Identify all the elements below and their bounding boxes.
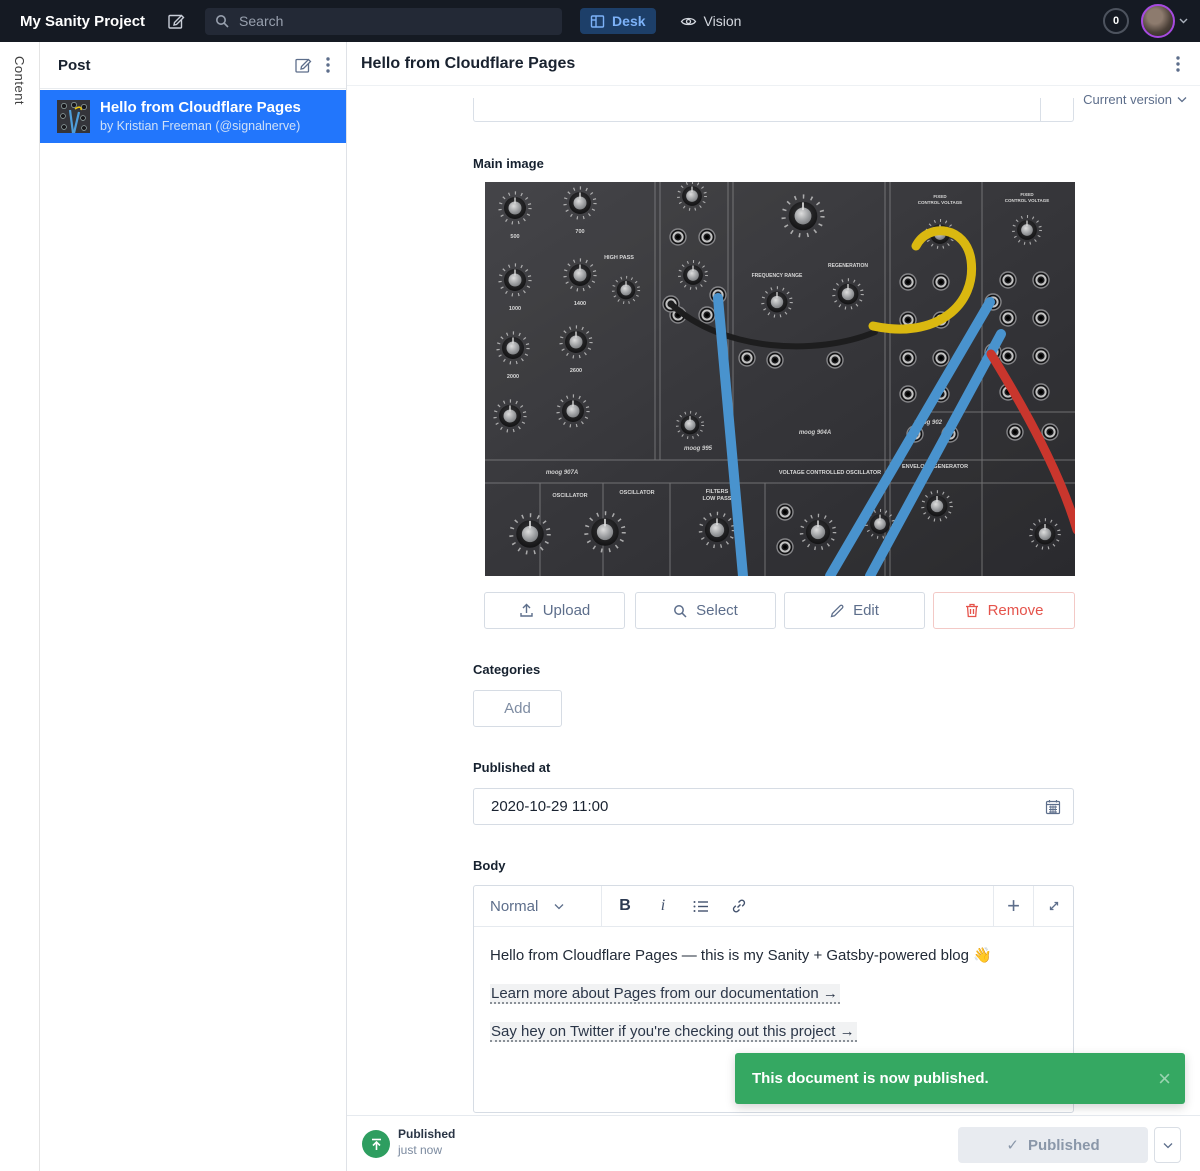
body-link-documentation[interactable]: Learn more about Pages from our document… <box>490 984 840 1004</box>
fullscreen-button[interactable] <box>1033 886 1073 926</box>
chevron-down-icon <box>1177 96 1187 103</box>
upload-button[interactable]: Upload <box>484 592 625 629</box>
close-icon[interactable]: × <box>1158 1068 1171 1090</box>
edit-button[interactable]: Edit <box>784 592 925 629</box>
list-item-title: Hello from Cloudflare Pages <box>100 99 301 116</box>
body-label: Body <box>473 858 506 873</box>
top-navbar: My Sanity Project <box>0 0 1200 42</box>
navbar-right: 0 <box>1103 4 1200 38</box>
bold-icon: B <box>619 897 631 915</box>
main-image-label: Main image <box>473 156 544 171</box>
chevron-down-icon <box>554 903 588 910</box>
search-icon <box>215 14 229 28</box>
list-pane-header: Post <box>40 42 346 89</box>
list-pane-title: Post <box>58 57 91 74</box>
add-label: Add <box>504 700 531 717</box>
document-footer: Published just now ✓ Published <box>347 1115 1200 1171</box>
link-button[interactable] <box>720 886 758 926</box>
tab-vision-label: Vision <box>704 13 742 29</box>
slug-field-partial[interactable] <box>473 98 1074 122</box>
version-label: Current version <box>1083 92 1172 107</box>
insert-block-button[interactable]: + <box>993 886 1033 926</box>
tab-desk[interactable]: Desk <box>580 8 655 34</box>
list-item-post[interactable]: Hello from Cloudflare Pages by Kristian … <box>40 90 346 143</box>
bullet-list-icon <box>693 900 709 913</box>
upload-icon <box>519 603 534 618</box>
synthesizer-photo: 500700 10001400 20002600 HIGH PASS FREQU… <box>485 182 1075 576</box>
select-label: Select <box>696 602 738 619</box>
project-title: My Sanity Project <box>20 13 145 30</box>
categories-label: Categories <box>473 662 540 677</box>
compose-icon[interactable] <box>294 56 312 74</box>
trash-icon <box>965 603 979 618</box>
field-divider <box>1040 98 1041 121</box>
style-selector[interactable]: Normal <box>474 886 602 926</box>
document-list-pane: Post <box>40 42 347 1171</box>
publish-time-text: just now <box>398 1143 442 1157</box>
plus-icon: + <box>1007 893 1020 919</box>
body-link-twitter[interactable]: Say hey on Twitter if you're checking ou… <box>490 1022 857 1042</box>
search-input[interactable] <box>237 12 552 30</box>
chevron-down-icon[interactable] <box>1179 18 1188 24</box>
toast-message: This document is now published. <box>752 1070 989 1087</box>
select-button[interactable]: Select <box>635 592 776 629</box>
new-document-button[interactable] <box>167 12 185 30</box>
document-title: Hello from Cloudflare Pages <box>361 55 575 73</box>
search-bar[interactable] <box>205 8 562 35</box>
publish-status-text: Published <box>398 1127 455 1141</box>
tab-vision[interactable]: Vision <box>670 8 752 34</box>
chevron-down-icon <box>1163 1142 1173 1149</box>
published-at-label: Published at <box>473 760 550 775</box>
kebab-icon[interactable] <box>1176 56 1180 72</box>
version-selector[interactable]: Current version <box>1083 92 1187 107</box>
publish-menu-button[interactable] <box>1154 1127 1181 1163</box>
editor-toolbar: Normal B i <box>474 886 1073 927</box>
bold-button[interactable]: B <box>606 886 644 926</box>
published-at-input[interactable] <box>489 797 1045 816</box>
remove-button[interactable]: Remove <box>933 592 1075 629</box>
body-paragraph: Learn more about Pages from our document… <box>490 985 1057 1004</box>
italic-button[interactable]: i <box>644 886 682 926</box>
eye-icon <box>680 14 697 29</box>
content-strip-label: Content <box>12 56 27 105</box>
remove-label: Remove <box>988 602 1044 619</box>
search-icon <box>673 604 687 618</box>
document-header: Hello from Cloudflare Pages <box>347 42 1200 86</box>
publish-button[interactable]: ✓ Published <box>958 1127 1148 1163</box>
kebab-icon[interactable] <box>326 57 330 73</box>
calendar-icon[interactable] <box>1045 799 1061 815</box>
body-paragraph: Say hey on Twitter if you're checking ou… <box>490 1023 1057 1042</box>
published-at-field <box>473 788 1074 825</box>
pencil-icon <box>830 604 844 618</box>
main-image-preview[interactable]: 500700 10001400 20002600 HIGH PASS FREQU… <box>485 182 1075 576</box>
desk-icon <box>590 14 605 29</box>
check-icon: ✓ <box>1006 1136 1019 1154</box>
publish-toast: This document is now published. × <box>735 1053 1185 1104</box>
bullet-list-button[interactable] <box>682 886 720 926</box>
publish-button-label: Published <box>1028 1137 1100 1154</box>
publish-status-icon <box>362 1130 390 1158</box>
add-category-button[interactable]: Add <box>473 690 562 727</box>
expand-icon <box>1047 899 1061 913</box>
link-icon <box>731 898 747 914</box>
style-selector-value: Normal <box>490 898 538 915</box>
list-item-subtitle: by Kristian Freeman (@signalnerve) <box>100 119 300 133</box>
italic-icon: i <box>661 897 665 915</box>
body-paragraph: Hello from Cloudflare Pages — this is my… <box>490 947 1057 966</box>
avatar[interactable] <box>1141 4 1175 38</box>
post-thumbnail <box>57 100 90 133</box>
tab-desk-label: Desk <box>612 13 645 29</box>
compose-icon <box>167 12 185 30</box>
sanity-studio: My Sanity Project <box>0 0 1200 1171</box>
edit-label: Edit <box>853 602 879 619</box>
upload-label: Upload <box>543 602 591 619</box>
notification-badge[interactable]: 0 <box>1103 8 1129 34</box>
content-strip: Content <box>0 42 40 1171</box>
